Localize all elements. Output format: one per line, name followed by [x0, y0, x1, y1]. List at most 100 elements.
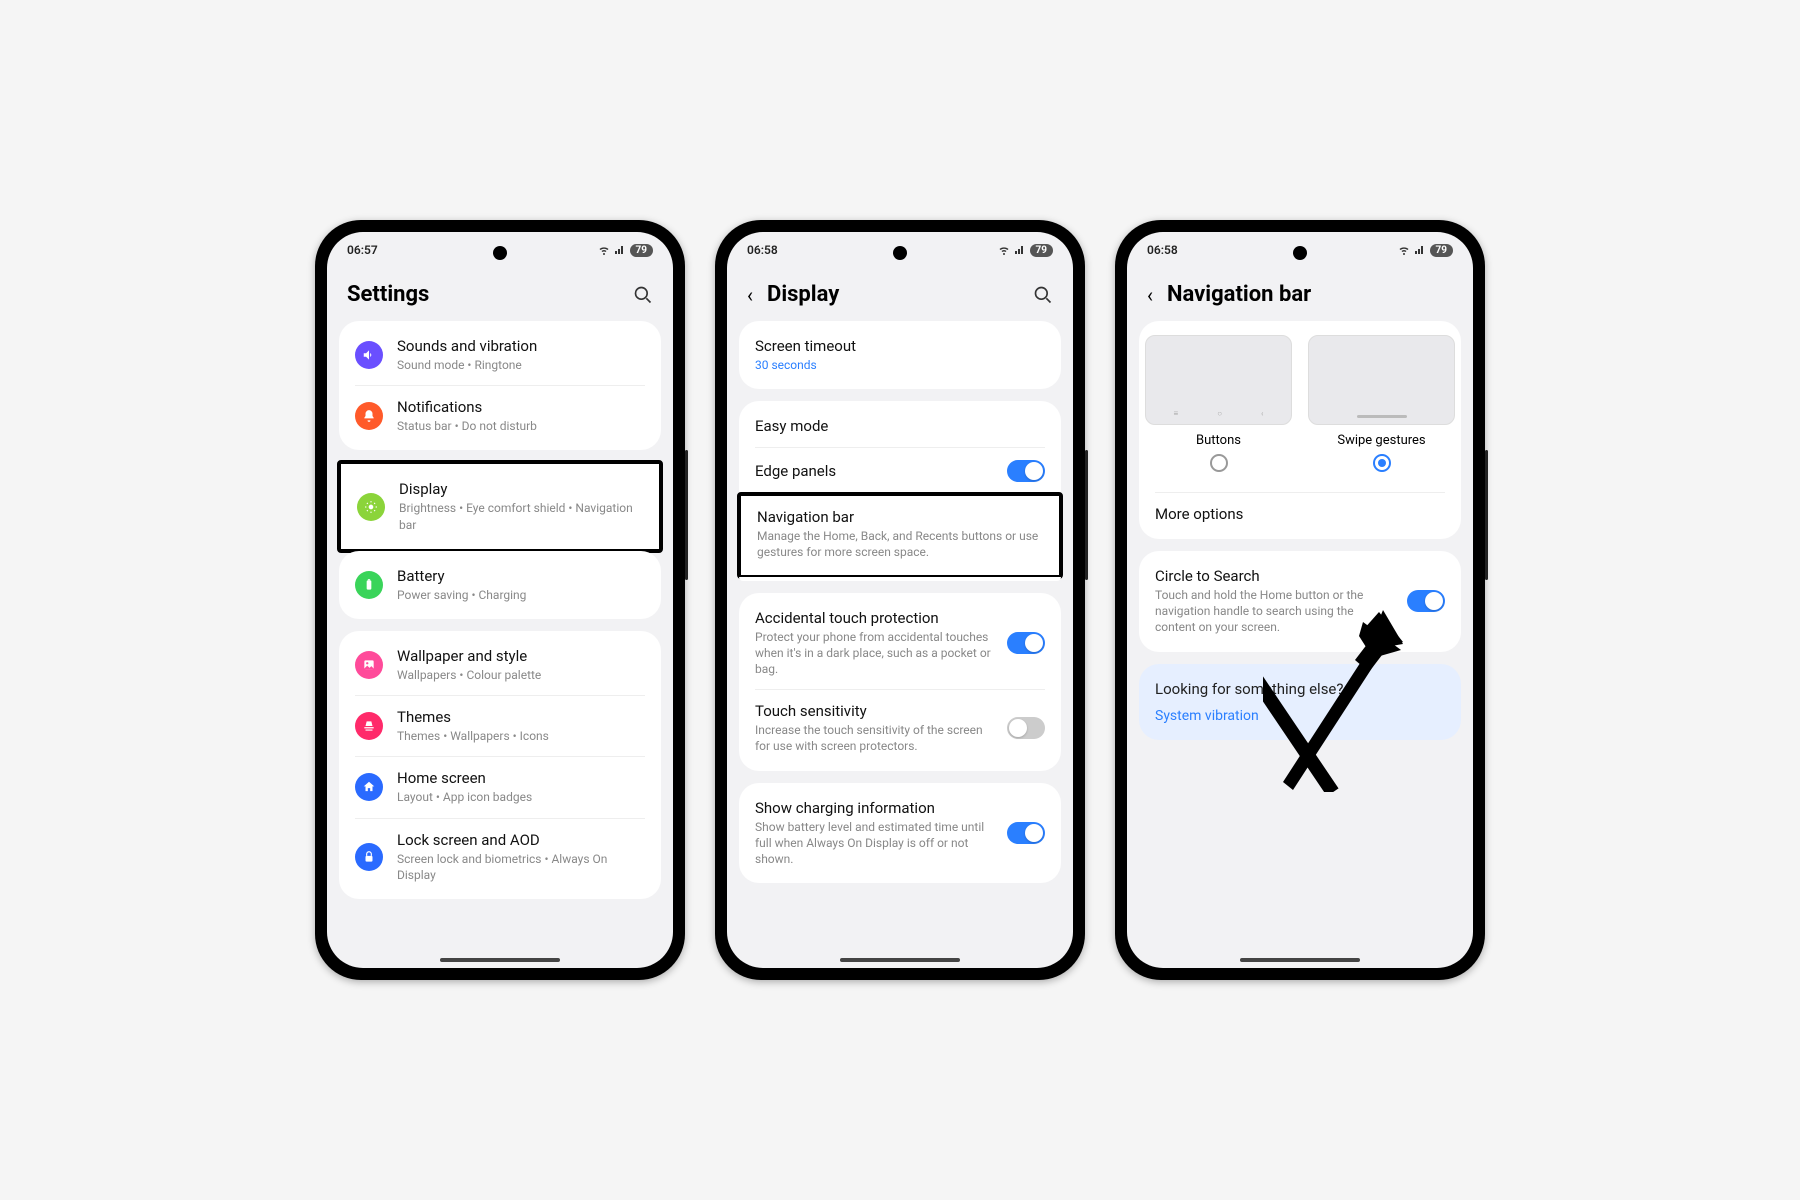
page-title: Navigation bar [1167, 282, 1453, 307]
swipe-option[interactable]: Swipe gestures [1308, 335, 1455, 476]
settings-list: Sounds and vibration Sound mode • Ringto… [327, 321, 673, 968]
touch-sensitivity-toggle[interactable] [1007, 717, 1045, 739]
screen: 06:57 79 Settings Sounds and vibration S… [327, 232, 673, 968]
wallpaper-row[interactable]: Wallpaper and style Wallpapers • Colour … [339, 635, 661, 695]
camera-hole-icon [1293, 246, 1307, 260]
row-title: Display [399, 480, 643, 498]
system-vibration-link[interactable]: System vibration [1155, 708, 1445, 724]
option-label: Buttons [1145, 433, 1292, 448]
phone-display: 06:58 79 ‹ Display Screen timeout 30 sec… [715, 220, 1085, 980]
battery-badge: 79 [630, 244, 653, 257]
accidental-touch-toggle[interactable] [1007, 632, 1045, 654]
accidental-touch-row[interactable]: Accidental touch protection Protect your… [739, 597, 1061, 690]
row-title: More options [1155, 505, 1445, 523]
row-subtitle: Manage the Home, Back, and Recents butto… [757, 528, 1043, 560]
signal-icon [1014, 244, 1026, 256]
screen: 06:58 79 ‹ Display Screen timeout 30 sec… [727, 232, 1073, 968]
row-title: Screen timeout [755, 337, 1045, 355]
settings-card: Battery Power saving • Charging [339, 551, 661, 619]
display-row-highlight: Display Brightness • Eye comfort shield … [337, 460, 663, 552]
home-screen-row[interactable]: Home screen Layout • App icon badges [339, 757, 661, 817]
battery-icon [355, 571, 383, 599]
row-title: Accidental touch protection [755, 609, 993, 627]
row-title: Edge panels [755, 462, 993, 480]
back-icon[interactable]: ‹ [747, 283, 753, 307]
buttons-thumb-icon: ≡○‹ [1145, 335, 1292, 425]
charging-info-row[interactable]: Show charging information Show battery l… [739, 787, 1061, 880]
row-title: Lock screen and AOD [397, 831, 645, 849]
display-card: Accidental touch protection Protect your… [739, 593, 1061, 771]
row-title: Circle to Search [1155, 567, 1393, 585]
page-header: Settings [327, 268, 673, 321]
screen-timeout-row[interactable]: Screen timeout 30 seconds [739, 325, 1061, 385]
lock-icon [355, 843, 383, 871]
camera-hole-icon [493, 246, 507, 260]
brush-icon [355, 712, 383, 740]
signal-icon [614, 244, 626, 256]
display-card: Show charging information Show battery l… [739, 783, 1061, 884]
status-time: 06:58 [747, 243, 778, 257]
page-header: ‹ Display [727, 268, 1073, 321]
edge-panels-toggle[interactable] [1007, 460, 1045, 482]
battery-row[interactable]: Battery Power saving • Charging [339, 555, 661, 615]
info-title: Looking for something else? [1155, 680, 1445, 698]
row-subtitle: Sound mode • Ringtone [397, 357, 645, 373]
gesture-handle[interactable] [1240, 958, 1360, 962]
display-card: Screen timeout 30 seconds [739, 321, 1061, 389]
row-title: Navigation bar [757, 508, 1043, 526]
row-subtitle: Themes • Wallpapers • Icons [397, 728, 645, 744]
gesture-handle[interactable] [440, 958, 560, 962]
search-icon[interactable] [633, 285, 653, 305]
circle-to-search-row[interactable]: Circle to Search Touch and hold the Home… [1139, 555, 1461, 648]
display-row[interactable]: Display Brightness • Eye comfort shield … [341, 468, 659, 544]
row-subtitle: Wallpapers • Colour palette [397, 667, 645, 683]
back-icon[interactable]: ‹ [1147, 283, 1153, 307]
circle-to-search-card: Circle to Search Touch and hold the Home… [1139, 551, 1461, 652]
nav-type-card: ≡○‹ Buttons Swipe gestures [1139, 321, 1461, 539]
swipe-radio[interactable] [1373, 454, 1391, 472]
buttons-radio[interactable] [1210, 454, 1228, 472]
row-subtitle: Layout • App icon badges [397, 789, 645, 805]
row-title: Show charging information [755, 799, 993, 817]
circle-to-search-toggle[interactable] [1407, 590, 1445, 612]
navbar-content: ≡○‹ Buttons Swipe gestures [1127, 321, 1473, 968]
nav-options: ≡○‹ Buttons Swipe gestures [1139, 325, 1461, 478]
page-header: ‹ Navigation bar [1127, 268, 1473, 321]
row-subtitle: Power saving • Charging [397, 587, 645, 603]
sounds-and-vibration-row[interactable]: Sounds and vibration Sound mode • Ringto… [339, 325, 661, 385]
lock-screen-row[interactable]: Lock screen and AOD Screen lock and biom… [339, 819, 661, 895]
row-title: Home screen [397, 769, 645, 787]
edge-panels-row[interactable]: Edge panels [739, 448, 1061, 494]
status-time: 06:57 [347, 243, 378, 257]
wifi-icon [998, 244, 1010, 256]
row-value: 30 seconds [755, 357, 1045, 373]
touch-sensitivity-row[interactable]: Touch sensitivity Increase the touch sen… [739, 690, 1061, 766]
more-options-row[interactable]: More options [1139, 493, 1461, 535]
bell-icon [355, 402, 383, 430]
page-title: Settings [347, 282, 619, 307]
display-card [739, 577, 1061, 581]
navigation-bar-row[interactable]: Navigation bar Manage the Home, Back, an… [741, 496, 1059, 574]
row-title: Touch sensitivity [755, 702, 993, 720]
phone-settings: 06:57 79 Settings Sounds and vibration S… [315, 220, 685, 980]
looking-for-card: Looking for something else? System vibra… [1139, 664, 1461, 740]
screen: 06:58 79 ‹ Navigation bar ≡○‹ Buttons [1127, 232, 1473, 968]
volume-icon [355, 341, 383, 369]
sun-icon [357, 493, 385, 521]
status-icons: 79 [998, 244, 1053, 257]
easy-mode-row[interactable]: Easy mode [739, 405, 1061, 447]
row-subtitle: Touch and hold the Home button or the na… [1155, 587, 1393, 636]
home-icon [355, 773, 383, 801]
display-card: Easy mode Edge panels [739, 401, 1061, 494]
option-label: Swipe gestures [1308, 433, 1455, 448]
notifications-row[interactable]: Notifications Status bar • Do not distur… [339, 386, 661, 446]
gesture-handle[interactable] [840, 958, 960, 962]
settings-card: Sounds and vibration Sound mode • Ringto… [339, 321, 661, 450]
themes-row[interactable]: Themes Themes • Wallpapers • Icons [339, 696, 661, 756]
row-title: Wallpaper and style [397, 647, 645, 665]
buttons-option[interactable]: ≡○‹ Buttons [1145, 335, 1292, 476]
settings-card: Wallpaper and style Wallpapers • Colour … [339, 631, 661, 899]
search-icon[interactable] [1033, 285, 1053, 305]
row-subtitle: Protect your phone from accidental touch… [755, 629, 993, 678]
charging-info-toggle[interactable] [1007, 822, 1045, 844]
